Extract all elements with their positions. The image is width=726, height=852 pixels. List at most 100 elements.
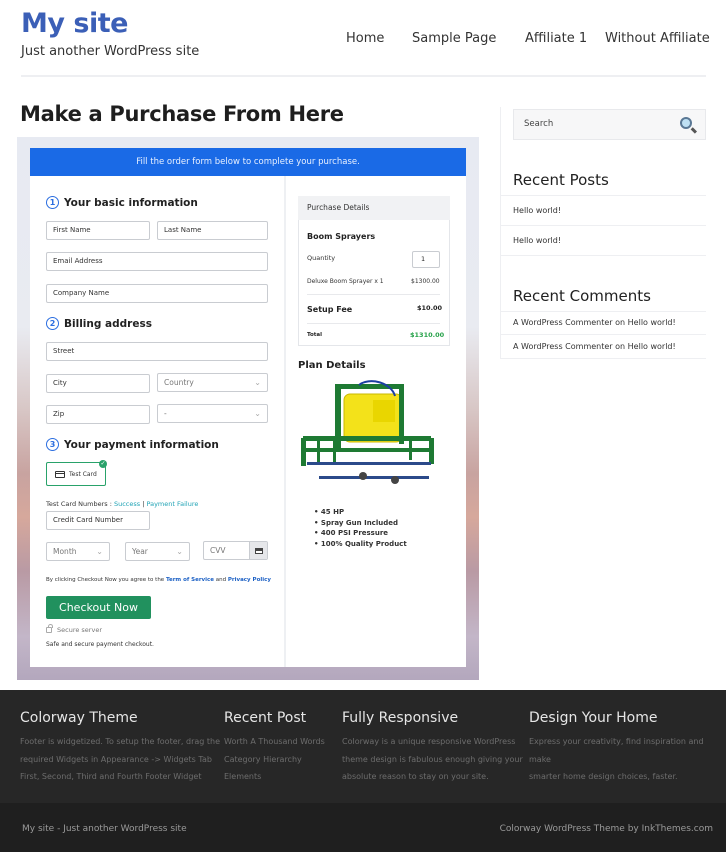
column-divider [284, 176, 286, 667]
footer-post-link[interactable]: Worth A Thousand Words [224, 733, 325, 751]
card-icon [249, 542, 267, 559]
cvv-placeholder: CVV [210, 546, 226, 555]
divider [307, 323, 440, 324]
nav-without-affiliate[interactable]: Without Affiliate [605, 31, 710, 46]
page-title: Make a Purchase From Here [20, 102, 344, 126]
sidebar-border [500, 107, 501, 359]
recent-comments-title: Recent Comments [513, 287, 651, 305]
secure-server-label: Secure server [57, 626, 102, 634]
feature-item: 45 HP [314, 507, 407, 518]
comment-author-link[interactable]: A WordPress Commenter [513, 318, 613, 327]
comment-post-link[interactable]: Hello world! [628, 342, 676, 351]
state-select[interactable]: - ⌄ [157, 404, 268, 423]
divider [307, 294, 440, 295]
recent-comment: A WordPress Commenter on Hello world! [513, 318, 676, 327]
footer-site-credit[interactable]: My site - Just another WordPress site [22, 824, 187, 834]
test-success-link[interactable]: Success [114, 500, 140, 508]
payment-option-test-card[interactable]: Test Card [46, 462, 106, 486]
footer-text-line: Express your creativity, find inspiratio… [529, 737, 704, 764]
total-price: $1310.00 [410, 331, 445, 339]
footer-text-line: theme design is fabulous enough giving y… [342, 754, 523, 764]
divider [501, 255, 706, 256]
payment-option-label: Test Card [69, 470, 97, 478]
product-name: Boom Sprayers [307, 232, 376, 241]
year-select[interactable]: Year ⌄ [125, 542, 190, 561]
nav-affiliate-1[interactable]: Affiliate 1 [525, 31, 587, 46]
test-failure-link[interactable]: Payment Failure [146, 500, 198, 508]
footer-text-line: Colorway is a unique responsive WordPres… [342, 737, 516, 746]
terms-link[interactable]: Term of Service [166, 577, 214, 583]
footer-text-line: Footer is widgetized. To setup the foote… [20, 737, 221, 746]
footer-col3-text: Colorway is a unique responsive WordPres… [342, 733, 523, 786]
footer-post-link[interactable]: Category Hierarchy [224, 751, 325, 769]
country-select[interactable]: Country ⌄ [157, 373, 268, 392]
privacy-link[interactable]: Privacy Policy [228, 577, 271, 583]
checkout-now-button[interactable]: Checkout Now [46, 596, 151, 619]
check-icon: ✓ [99, 460, 107, 468]
total-label: Total [307, 332, 323, 338]
footer-col2-links: Worth A Thousand Words Category Hierarch… [224, 733, 325, 786]
comment-author-link[interactable]: A WordPress Commenter [513, 342, 613, 351]
search-input[interactable]: Search [513, 109, 706, 140]
setup-fee-price: $10.00 [417, 304, 443, 312]
country-select-value: Country [164, 378, 194, 387]
footer-theme-credit[interactable]: Colorway WordPress Theme by InkThemes.co… [500, 824, 713, 834]
divider [501, 195, 706, 196]
recent-posts-title: Recent Posts [513, 171, 609, 189]
step-number-icon: 3 [46, 438, 59, 451]
footer-col4-title: Design Your Home [529, 710, 658, 726]
site-tagline: Just another WordPress site [21, 44, 200, 59]
comment-post-link[interactable]: Hello world! [628, 318, 676, 327]
footer-text-line: First, Second, Third and Fourth Footer W… [20, 772, 202, 781]
step-label: Billing address [64, 317, 152, 330]
year-select-value: Year [132, 547, 148, 556]
footer-post-link[interactable]: Elements [224, 768, 325, 786]
step-basic-info: 1 Your basic information [46, 196, 198, 209]
first-name-field[interactable]: First Name [46, 221, 150, 240]
recent-post-link[interactable]: Hello world! [513, 236, 561, 245]
chevron-down-icon: ⌄ [96, 547, 103, 556]
feature-item: Spray Gun Included [314, 518, 407, 529]
credit-card-icon [55, 470, 65, 478]
footer-col4-text: Express your creativity, find inspiratio… [529, 733, 726, 786]
quantity-label: Quantity [307, 254, 336, 262]
street-field[interactable]: Street [46, 342, 268, 361]
step-label: Your payment information [64, 438, 219, 451]
nav-sample-page[interactable]: Sample Page [412, 31, 496, 46]
step-number-icon: 2 [46, 317, 59, 330]
company-field[interactable]: Company Name [46, 284, 268, 303]
checkout-banner: Fill the order form below to complete yo… [30, 148, 466, 176]
quantity-input[interactable]: 1 [412, 251, 440, 268]
recent-comment: A WordPress Commenter on Hello world! [513, 342, 676, 351]
footer-text-line: required Widgets in Appearance -> Widget… [20, 754, 212, 764]
step-payment: 3 Your payment information [46, 438, 219, 451]
cvv-field[interactable]: CVV [203, 541, 268, 560]
lock-icon [46, 624, 53, 633]
footer-text-line: smarter home design choices, faster. [529, 772, 678, 781]
plan-details-title: Plan Details [298, 360, 366, 371]
zip-field[interactable]: Zip [46, 405, 150, 424]
month-select[interactable]: Month ⌄ [46, 542, 110, 561]
nav-home[interactable]: Home [346, 31, 384, 46]
step-label: Your basic information [64, 196, 198, 209]
footer-col2-title: Recent Post [224, 710, 307, 726]
test-card-numbers: Test Card Numbers : Success | Payment Fa… [46, 500, 198, 508]
divider [501, 334, 706, 335]
search-icon[interactable] [680, 117, 692, 129]
divider [501, 311, 706, 312]
comment-on: on [612, 318, 628, 327]
card-number-field[interactable]: Credit Card Number [46, 511, 150, 530]
comment-on: on [612, 342, 628, 351]
step-number-icon: 1 [46, 196, 59, 209]
email-field[interactable]: Email Address [46, 252, 268, 271]
footer-col1-text: Footer is widgetized. To setup the foote… [20, 733, 220, 786]
footer-text-line: absolute reason to stay on your site. [342, 772, 489, 781]
site-title[interactable]: My site [21, 8, 128, 39]
city-field[interactable]: City [46, 374, 150, 393]
chevron-down-icon: ⌄ [254, 378, 261, 387]
chevron-down-icon: ⌄ [254, 409, 261, 418]
secure-server: Secure server [46, 624, 102, 634]
recent-post-link[interactable]: Hello world! [513, 206, 561, 215]
step-billing: 2 Billing address [46, 317, 152, 330]
last-name-field[interactable]: Last Name [157, 221, 268, 240]
